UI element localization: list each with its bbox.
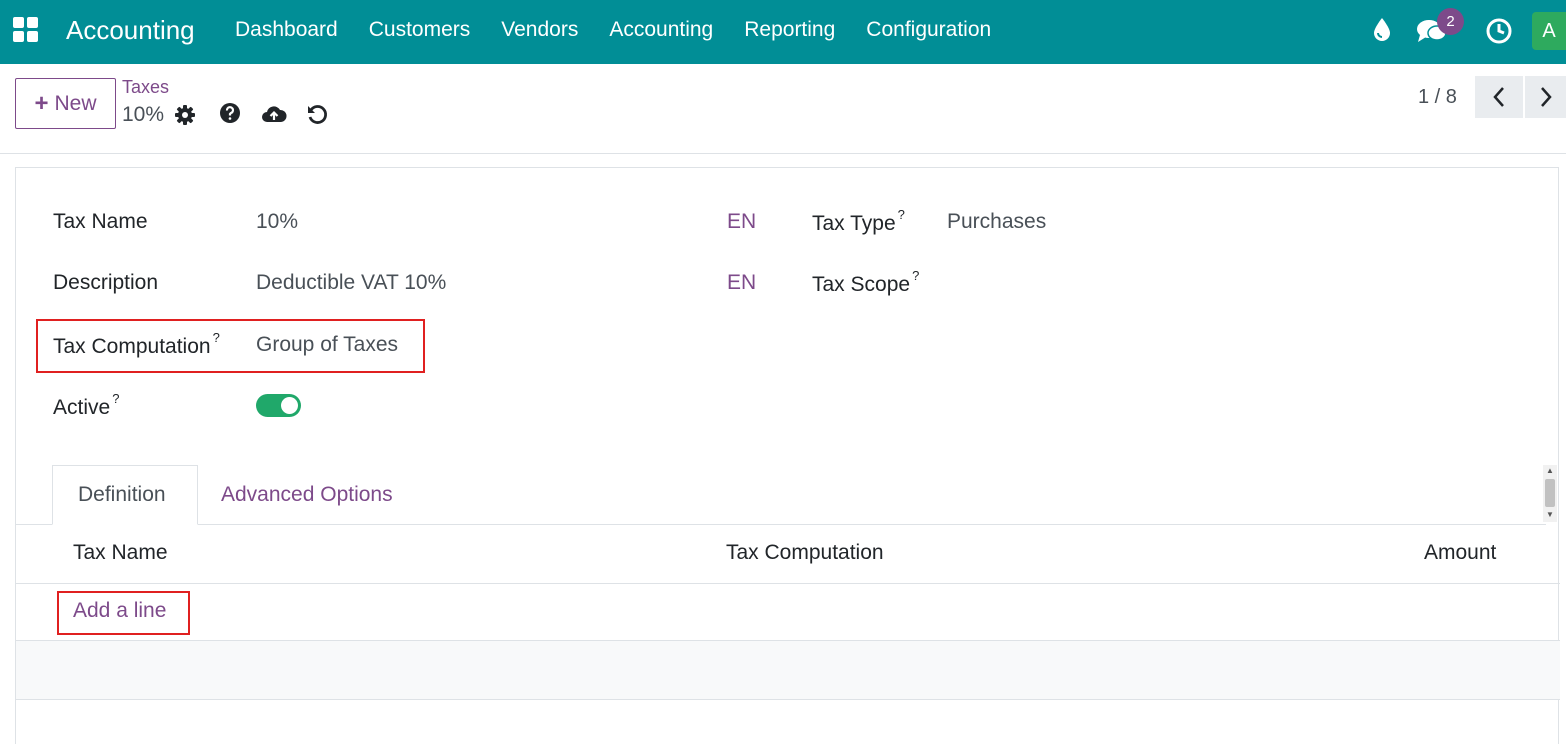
tax-scope-label: Tax Scope? [812, 268, 920, 296]
avatar[interactable]: A [1532, 12, 1566, 50]
menu-vendors[interactable]: Vendors [501, 18, 578, 42]
notebook-tabs: Definition Advanced Options [16, 465, 1546, 525]
pager-next-button[interactable] [1525, 76, 1566, 118]
chevron-right-icon [1540, 87, 1552, 107]
description-field[interactable]: Deductible VAT 10% [256, 271, 446, 295]
scroll-down-icon[interactable]: ▼ [1546, 510, 1554, 519]
active-toggle[interactable] [256, 394, 301, 417]
menu-reporting[interactable]: Reporting [744, 18, 835, 42]
plus-icon: + [34, 89, 49, 117]
tax-type-label: Tax Type? [812, 207, 905, 235]
description-lang-button[interactable]: EN [727, 271, 756, 295]
pager-value[interactable]: 1 / 8 [1418, 86, 1457, 109]
scrollbar-thumb[interactable] [1545, 479, 1555, 507]
chat-badge: 2 [1437, 8, 1464, 35]
droplet-icon[interactable] [1372, 16, 1392, 42]
table-header: Tax Name Tax Computation Amount [16, 525, 1560, 584]
top-navbar: Accounting Dashboard Customers Vendors A… [0, 0, 1566, 64]
column-tax-computation[interactable]: Tax Computation [726, 541, 884, 565]
tax-name-field[interactable]: 10% [256, 210, 298, 234]
help-icon[interactable] [219, 102, 241, 124]
pager-previous-button[interactable] [1475, 76, 1523, 118]
discard-icon[interactable] [306, 104, 328, 126]
help-mark[interactable]: ? [912, 268, 919, 283]
clock-icon[interactable] [1485, 17, 1513, 45]
tax-scope-field[interactable] [947, 271, 1247, 297]
table-row: Add a line [16, 584, 1560, 641]
new-button[interactable]: + New [15, 78, 116, 129]
tax-name-lang-button[interactable]: EN [727, 210, 756, 234]
tax-computation-label: Tax Computation? [53, 330, 220, 358]
tab-advanced-options[interactable]: Advanced Options [196, 465, 418, 525]
table-row [16, 641, 1560, 700]
menu-configuration[interactable]: Configuration [866, 18, 991, 42]
menu-accounting[interactable]: Accounting [609, 18, 713, 42]
help-mark[interactable]: ? [898, 207, 905, 222]
tab-definition[interactable]: Definition [52, 465, 198, 525]
main-menu: Dashboard Customers Vendors Accounting R… [235, 18, 1022, 42]
app-name[interactable]: Accounting [66, 15, 195, 46]
description-label: Description [53, 271, 159, 294]
new-button-label: New [54, 91, 97, 115]
scrollbar[interactable]: ▲ ▼ [1543, 465, 1557, 522]
breadcrumb-current: 10% [122, 103, 165, 126]
help-mark[interactable]: ? [112, 391, 119, 406]
scroll-up-icon[interactable]: ▲ [1546, 466, 1554, 475]
control-panel: + New Taxes 10% 1 / 8 [0, 64, 1566, 154]
form-sheet: Tax Name 10% EN Description Deductible V… [15, 167, 1560, 744]
active-label: Active? [53, 391, 120, 419]
help-mark[interactable]: ? [213, 330, 220, 345]
column-tax-name[interactable]: Tax Name [73, 541, 168, 565]
cloud-upload-icon[interactable] [261, 104, 287, 124]
column-amount[interactable]: Amount [1424, 541, 1496, 565]
apps-grid-icon[interactable] [13, 17, 39, 43]
menu-customers[interactable]: Customers [369, 18, 471, 42]
chevron-left-icon [1493, 87, 1504, 107]
gear-icon[interactable] [174, 104, 196, 126]
tax-type-field[interactable]: Purchases [947, 210, 1046, 234]
menu-dashboard[interactable]: Dashboard [235, 18, 338, 42]
breadcrumb-parent[interactable]: Taxes [122, 77, 169, 98]
tax-name-label: Tax Name [53, 210, 148, 233]
tax-computation-field[interactable]: Group of Taxes [256, 333, 398, 357]
add-a-line-link[interactable]: Add a line [73, 599, 166, 623]
